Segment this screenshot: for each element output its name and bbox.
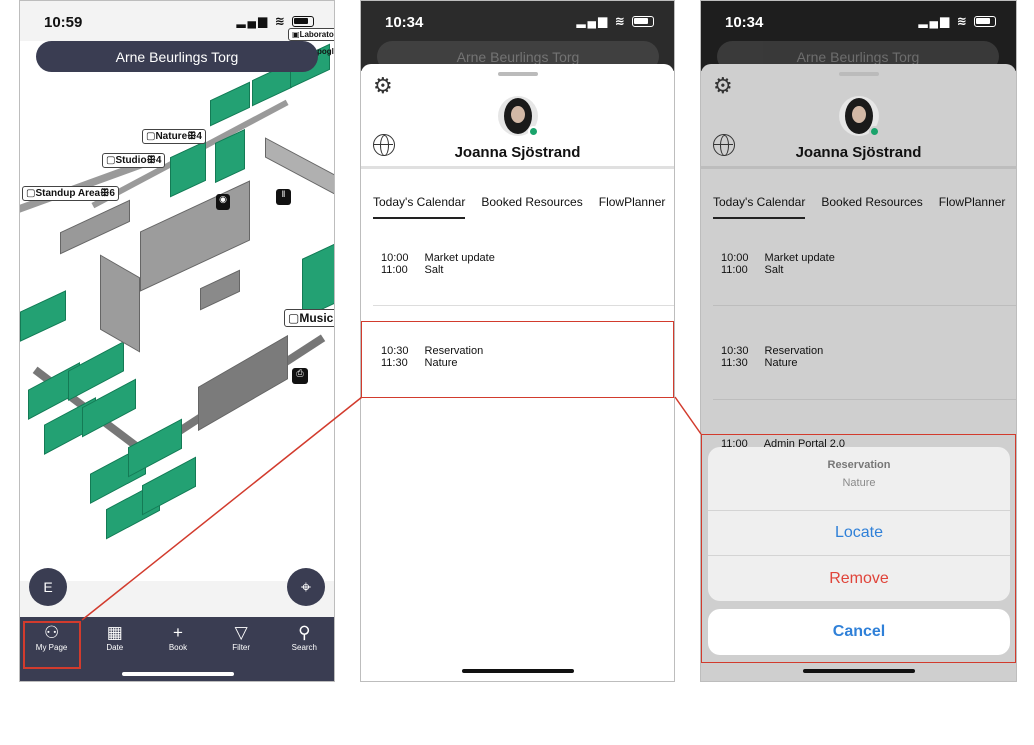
floor-map[interactable]: ▢Natureꕥ4 ▢Studioꕥ4 ▢Standup Areaꕥ6 ▢Mus… [20, 1, 334, 621]
printer-icon[interactable]: ⎙ [292, 368, 308, 384]
gear-icon[interactable]: ⚙ [373, 73, 393, 99]
map-screen: ▢Natureꕥ4 ▢Studioꕥ4 ▢Standup Areaꕥ6 ▢Mus… [19, 0, 335, 682]
status-icons: ▂▄▆ ≋ [576, 14, 654, 28]
search-icon: ⚲ [298, 623, 311, 642]
battery-icon [974, 16, 996, 28]
calendar-entry[interactable]: 10:00 11:00 Market update Salt [381, 252, 495, 276]
entry-details: Market update Salt [424, 252, 495, 276]
user-avatar-button[interactable]: E [29, 568, 67, 606]
user-name: Joanna Sjöstrand [454, 144, 581, 161]
tab-flowplanner[interactable]: FlowPlanner [939, 195, 1006, 219]
filter-icon: ▽ [234, 623, 248, 642]
entry-details: Reservation Nature [764, 345, 824, 369]
tab-booked-resources[interactable]: Booked Resources [481, 195, 582, 219]
connector-line [674, 396, 702, 435]
user-name: Joanna Sjöstrand [795, 144, 922, 161]
entry-times: 10:30 11:30 [721, 345, 749, 369]
home-indicator [461, 669, 574, 673]
room-tag-studio[interactable]: ▢Studioꕥ4 [102, 153, 166, 168]
home-indicator [802, 669, 915, 673]
status-bar: 10:59 ▂▄▆ ≋ [20, 1, 334, 41]
tab-my-page[interactable]: ⚇ My Page [22, 621, 81, 669]
status-bar: 10:34 ▂▄▆ ≋ [361, 1, 674, 41]
tab-flowplanner[interactable]: FlowPlanner [599, 195, 666, 219]
online-status-dot [868, 126, 880, 137]
status-time: 10:34 [385, 14, 424, 31]
my-page-sheet: ⚙ Joanna Sjöstrand Today's Calendar Book… [361, 64, 674, 681]
tab-search[interactable]: ⚲ Search [277, 623, 331, 681]
battery-icon [632, 16, 654, 28]
locate-button[interactable]: Locate [708, 510, 1010, 555]
sheet-grabber[interactable] [838, 72, 879, 76]
person-icon: ⚇ [43, 623, 60, 642]
entry-times: 10:00 11:00 [381, 252, 409, 276]
calendar-icon: ▦ [106, 623, 123, 642]
remove-button[interactable]: Remove [708, 556, 1010, 601]
people-icon: ꕥ [146, 155, 156, 166]
location-pin-icon[interactable]: ◉ [216, 194, 230, 210]
tab-todays-calendar[interactable]: Today's Calendar [713, 195, 806, 219]
divider [361, 166, 674, 169]
room-tag-music[interactable]: ▢Music [284, 309, 334, 327]
status-time: 10:34 [725, 14, 764, 31]
cancel-button[interactable]: Cancel [708, 609, 1010, 655]
online-status-dot [527, 126, 539, 137]
bottom-tab-bar: ⚇ My Page ▦ Date + Book ▽ Filter ⚲ Search [20, 617, 334, 681]
tab-todays-calendar[interactable]: Today's Calendar [373, 195, 466, 219]
room-tag-standup-area[interactable]: ▢Standup Areaꕥ6 [22, 186, 119, 201]
battery-icon [292, 16, 314, 28]
row-divider [713, 399, 1016, 400]
status-bar: 10:34 ▂▄▆ ≋ [701, 1, 1016, 41]
calendar-icon: ▢ [288, 311, 300, 325]
highlight-box [361, 321, 674, 398]
calendar-entry[interactable]: 10:00 11:00 Market update Salt [721, 252, 835, 276]
page-tabs: Today's Calendar Booked Resources FlowPl… [713, 195, 1005, 219]
crosshair-icon: ⌖ [300, 576, 312, 597]
row-divider [373, 305, 674, 306]
my-page-screen: 10:34 ▂▄▆ ≋ Arne Beurlings Torg ⚙ Joanna… [360, 0, 675, 682]
plus-icon: + [173, 623, 183, 642]
action-sheet-title: Reservation [827, 459, 891, 471]
restaurant-icon[interactable]: ǁ [276, 189, 291, 205]
row-divider [713, 305, 1016, 306]
entry-times: 10:00 11:00 [721, 252, 749, 276]
gear-icon[interactable]: ⚙ [713, 73, 733, 99]
divider [701, 166, 1016, 169]
action-sheet-subtitle: Nature [842, 477, 876, 489]
home-indicator [122, 672, 234, 676]
background-map: 10:34 ▂▄▆ ≋ Arne Beurlings Torg [361, 1, 674, 72]
page-tabs: Today's Calendar Booked Resources FlowPl… [373, 195, 665, 219]
room-tag-nature[interactable]: ▢Natureꕥ4 [142, 129, 206, 144]
background-map: 10:34 ▂▄▆ ≋ Arne Beurlings Torg [701, 1, 1016, 72]
recenter-button[interactable]: ⌖ [287, 568, 325, 606]
action-sheet-screen: 10:34 ▂▄▆ ≋ Arne Beurlings Torg ⚙ Joanna… [700, 0, 1017, 682]
location-search-bar[interactable]: Arne Beurlings Torg [36, 41, 318, 72]
status-icons: ▂▄▆ ≋ [918, 14, 996, 28]
sheet-grabber[interactable] [497, 72, 538, 76]
calendar-entry-reservation[interactable]: 10:30 11:30 Reservation Nature [721, 345, 823, 369]
people-icon: ꕥ [100, 188, 110, 199]
action-sheet: Reservation Nature Locate Remove [708, 447, 1010, 601]
status-time: 10:59 [44, 14, 83, 31]
status-icons: ▂▄▆ ≋ [236, 14, 314, 28]
tab-booked-resources[interactable]: Booked Resources [821, 195, 922, 219]
entry-details: Market update Salt [764, 252, 835, 276]
